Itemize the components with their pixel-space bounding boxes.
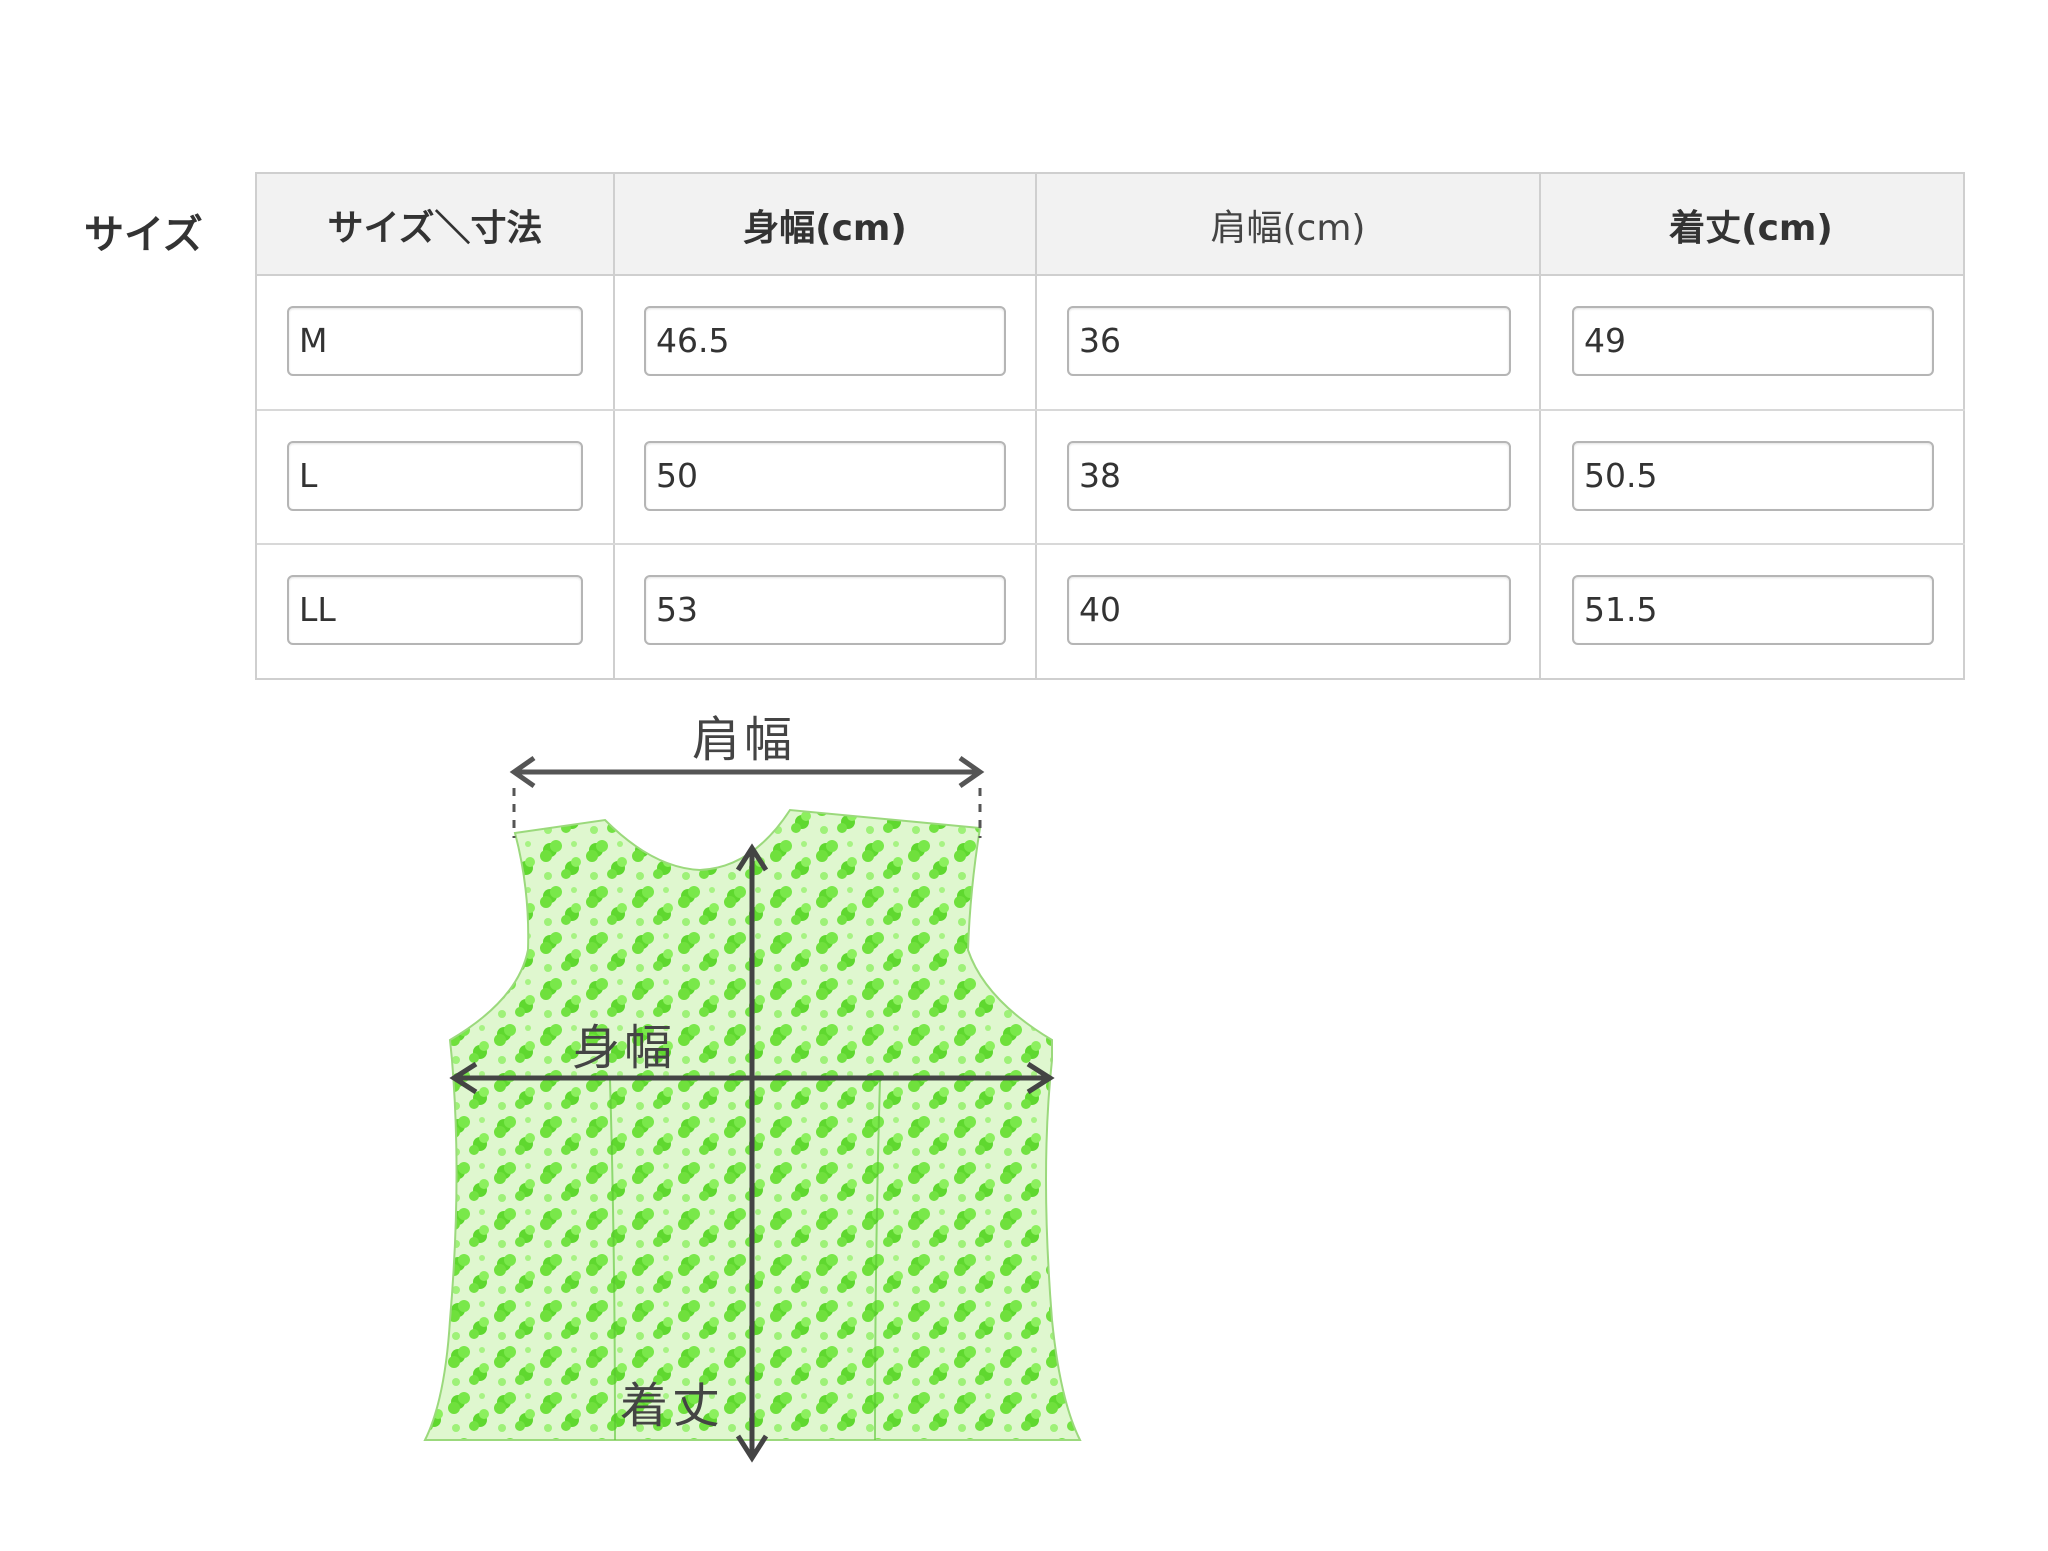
column-divider [613,174,615,678]
shoulder-width-field-m[interactable]: 36 [1067,306,1511,376]
size-table: サイズ＼寸法 身幅(cm) 肩幅(cm) 着丈(cm) M 46.5 36 49… [255,172,1965,680]
shoulder-width-label: 肩幅 [692,712,797,768]
garment-illustration [423,755,1082,1463]
header-shoulder-width: 肩幅(cm) [1210,208,1366,249]
column-divider [1963,174,1965,678]
shoulder-width-field-ll[interactable]: 40 [1067,575,1511,645]
body-width-label: 身幅 [572,1020,677,1076]
length-field-m[interactable]: 49 [1572,306,1934,376]
table-header-row: サイズ＼寸法 身幅(cm) 肩幅(cm) 着丈(cm) [257,174,1965,276]
column-divider [1539,174,1541,678]
body-width-field-ll[interactable]: 53 [644,575,1006,645]
header-length: 着丈(cm) [1669,208,1833,249]
row-divider [257,409,1965,411]
size-field-m[interactable]: M [287,306,583,376]
length-field-l[interactable]: 50.5 [1572,441,1934,511]
length-field-ll[interactable]: 51.5 [1572,575,1934,645]
body-width-field-m[interactable]: 46.5 [644,306,1006,376]
column-divider [1035,174,1037,678]
shoulder-width-field-l[interactable]: 38 [1067,441,1511,511]
length-label: 着丈 [620,1378,725,1434]
row-divider [257,543,1965,545]
header-body-width: 身幅(cm) [743,208,907,249]
measurement-diagram: 肩幅 身幅 着丈 [400,700,1130,1500]
section-title: サイズ [84,212,203,258]
body-width-field-l[interactable]: 50 [644,441,1006,511]
size-field-ll[interactable]: LL [287,575,583,645]
header-size-dimension: サイズ＼寸法 [327,208,543,249]
size-field-l[interactable]: L [287,441,583,511]
